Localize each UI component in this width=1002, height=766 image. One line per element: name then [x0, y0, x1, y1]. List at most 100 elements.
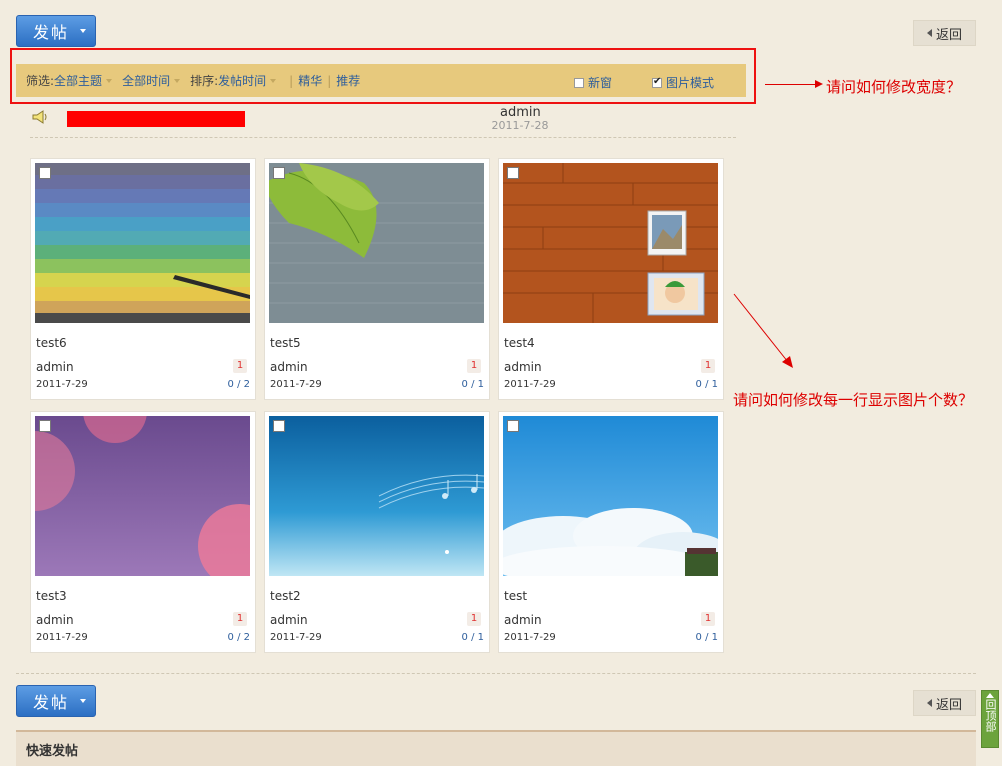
divider [16, 673, 976, 674]
stripes-image [35, 163, 250, 323]
post-button-label: 发帖 [33, 23, 70, 42]
thread-thumbnail[interactable] [35, 416, 250, 576]
back-arrow-icon [926, 699, 932, 707]
sort-label: 排序: [190, 74, 219, 88]
quick-post-header[interactable]: 快速发帖 [16, 730, 976, 766]
thread-card[interactable]: test2 admin 1 2011-7-29 0 / 1 [264, 411, 490, 653]
thread-date: 2011-7-29 [36, 379, 88, 390]
post-button[interactable]: 发帖 [16, 15, 96, 47]
thread-thumbnail[interactable] [269, 416, 484, 576]
thread-author[interactable]: admin [504, 613, 542, 627]
thread-thumbnail[interactable] [269, 163, 484, 323]
thread-card[interactable]: test admin 1 2011-7-29 0 / 1 [498, 411, 724, 653]
thread-date: 2011-7-29 [504, 632, 556, 643]
thread-author[interactable]: admin [270, 360, 308, 374]
per-row-question-note: 请问如何修改每一行显示图片个数？ [733, 391, 974, 409]
thread-title[interactable]: test6 [36, 336, 67, 350]
filter-bar: 筛选: 全部主题 全部时间 排序: 发帖时间 | 精华 | 推荐 新窗 图片模式 [16, 64, 746, 97]
recommend-link[interactable]: 推荐 [336, 72, 360, 89]
topic-filter-label: 全部主题 [54, 74, 103, 88]
back-button[interactable]: 返回 [913, 20, 976, 46]
quick-post-title: 快速发帖 [26, 743, 79, 759]
leaf-wall-image [269, 163, 484, 323]
digest-link[interactable]: 精华 [298, 72, 322, 89]
back-arrow-icon [926, 29, 932, 37]
post-button-label: 发帖 [33, 693, 70, 712]
reply-badge: 1 [701, 612, 715, 626]
thread-thumbnail[interactable] [35, 163, 250, 323]
thread-title[interactable]: test2 [270, 589, 301, 603]
reply-badge: 1 [467, 359, 481, 373]
topic-filter-dropdown[interactable]: 全部主题 [54, 72, 112, 89]
sort-value: 发帖时间 [218, 74, 267, 88]
new-window-label: 新窗 [588, 76, 613, 90]
back-to-top-label: 回顶部 [984, 699, 997, 732]
arrow-right-icon [765, 80, 823, 88]
thread-date: 2011-7-29 [36, 632, 88, 643]
wood-photos-image [503, 163, 718, 323]
thread-title[interactable]: test [504, 589, 527, 603]
back-button-label: 返回 [935, 697, 962, 713]
thread-card[interactable]: test6 admin 1 2011-7-29 0 / 2 [30, 158, 256, 400]
reply-badge: 1 [701, 359, 715, 373]
select-checkbox[interactable] [39, 167, 51, 179]
image-mode-option[interactable]: 图片模式 [652, 74, 714, 91]
width-question-note: 请问如何修改宽度？ [826, 78, 962, 96]
thread-date: 2011-7-29 [504, 379, 556, 390]
chevron-down-icon[interactable] [80, 29, 86, 33]
sky-clouds-image [503, 416, 718, 576]
announcement-date: 2011-7-28 [491, 119, 549, 132]
announcement-user[interactable]: admin [500, 105, 541, 120]
thread-stats: 0 / 2 [227, 379, 250, 390]
thread-thumbnail[interactable] [503, 416, 718, 576]
announcement-redacted[interactable] [67, 111, 245, 127]
announcement-row: admin 2011-7-28 [30, 105, 736, 138]
time-filter-dropdown[interactable]: 全部时间 [122, 72, 180, 89]
divider: | [289, 73, 294, 88]
thread-author[interactable]: admin [504, 360, 542, 374]
reply-badge: 1 [467, 612, 481, 626]
post-button-bottom[interactable]: 发帖 [16, 685, 96, 717]
thread-stats: 0 / 2 [227, 632, 250, 643]
thread-title[interactable]: test5 [270, 336, 301, 350]
sort-dropdown[interactable]: 发帖时间 [218, 72, 276, 89]
reply-badge: 1 [233, 359, 247, 373]
thread-stats: 0 / 1 [461, 632, 484, 643]
arrow-diagonal-icon [733, 293, 793, 368]
thread-card[interactable]: test3 admin 1 2011-7-29 0 / 2 [30, 411, 256, 653]
thread-author[interactable]: admin [36, 360, 74, 374]
image-mode-checkbox[interactable] [652, 76, 662, 88]
blue-music-image [269, 416, 484, 576]
back-button-bottom[interactable]: 返回 [913, 690, 976, 716]
thread-date: 2011-7-29 [270, 379, 322, 390]
image-mode-label: 图片模式 [666, 76, 715, 90]
thread-author[interactable]: admin [270, 613, 308, 627]
thread-date: 2011-7-29 [270, 632, 322, 643]
thread-card[interactable]: test4 admin 1 2011-7-29 0 / 1 [498, 158, 724, 400]
reply-badge: 1 [233, 612, 247, 626]
chevron-down-icon[interactable] [80, 699, 86, 703]
thread-stats: 0 / 1 [695, 379, 718, 390]
thread-thumbnail[interactable] [503, 163, 718, 323]
arrow-up-icon [986, 693, 994, 698]
thread-stats: 0 / 1 [695, 632, 718, 643]
thread-title[interactable]: test4 [504, 336, 535, 350]
select-checkbox[interactable] [273, 420, 285, 432]
thread-author[interactable]: admin [36, 613, 74, 627]
megaphone-icon [32, 110, 47, 124]
select-checkbox[interactable] [273, 167, 285, 179]
thread-card[interactable]: test5 admin 1 2011-7-29 0 / 1 [264, 158, 490, 400]
filter-label: 筛选: [26, 74, 55, 88]
back-to-top-button[interactable]: 回顶部 [981, 690, 999, 748]
divider: | [327, 73, 332, 88]
thread-stats: 0 / 1 [461, 379, 484, 390]
new-window-option[interactable]: 新窗 [574, 74, 612, 91]
thread-title[interactable]: test3 [36, 589, 67, 603]
time-filter-label: 全部时间 [122, 74, 171, 88]
new-window-checkbox[interactable] [574, 77, 584, 88]
select-checkbox[interactable] [39, 420, 51, 432]
back-button-label: 返回 [935, 27, 962, 43]
purple-bokeh-image [35, 416, 250, 576]
select-checkbox[interactable] [507, 420, 519, 432]
select-checkbox[interactable] [507, 167, 519, 179]
